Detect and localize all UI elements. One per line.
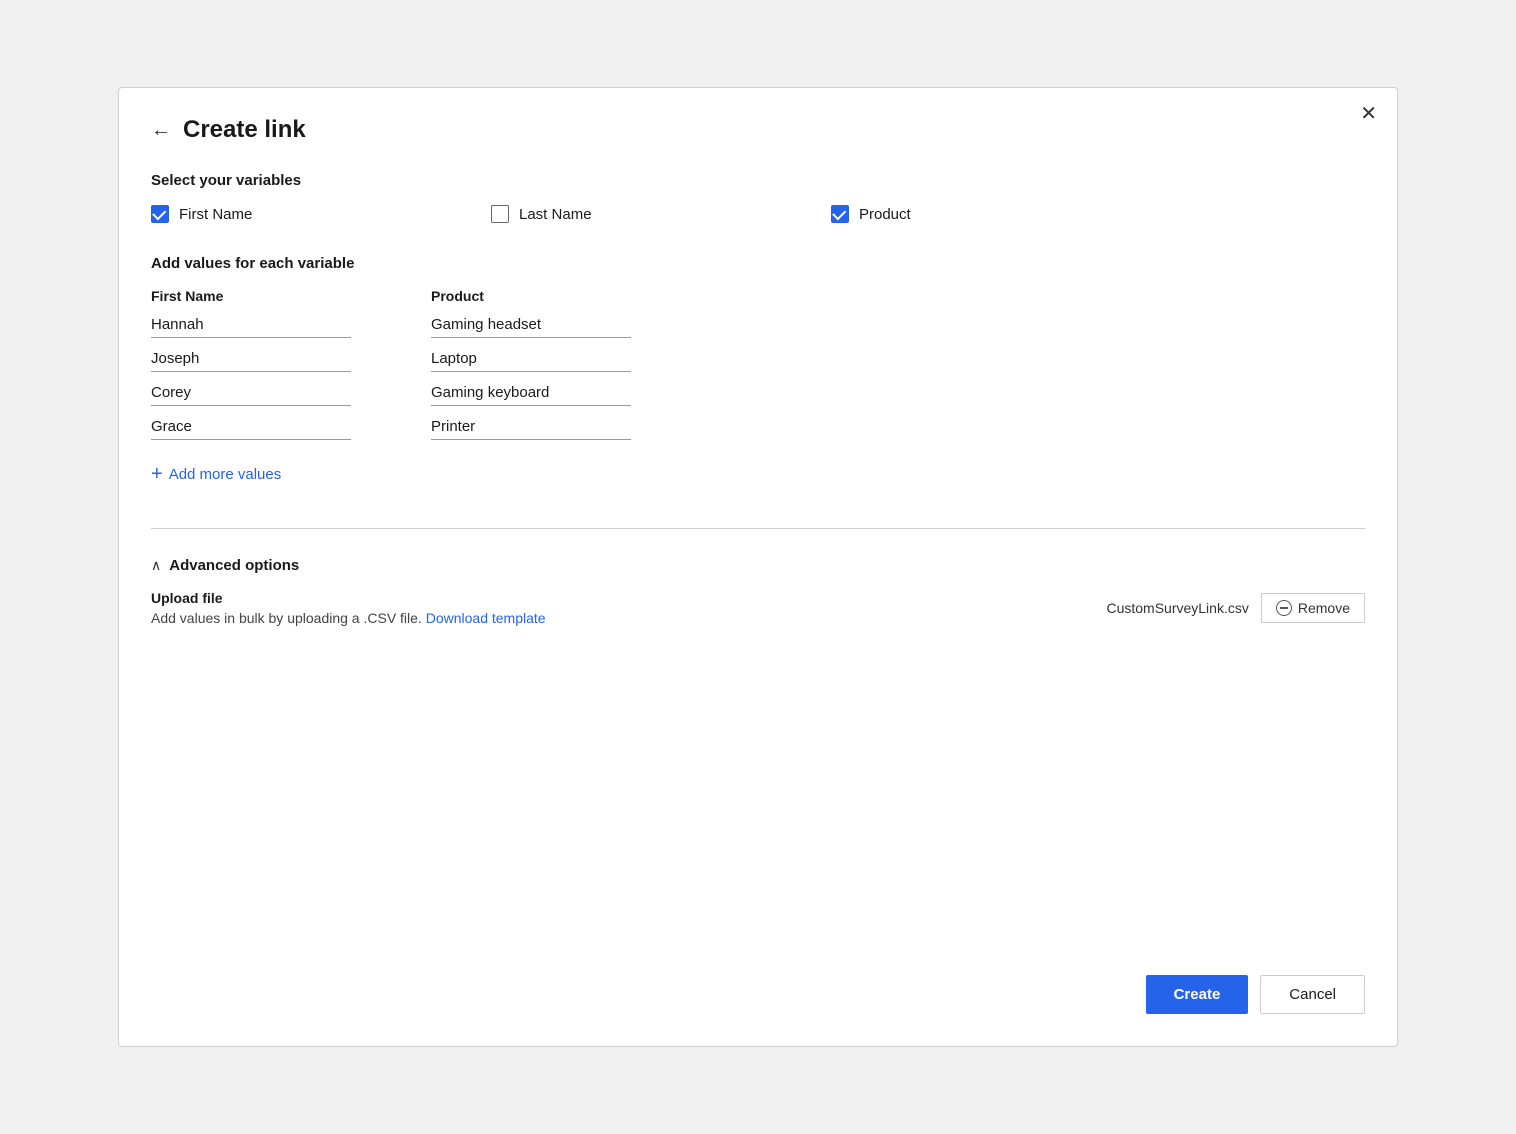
remove-label: Remove xyxy=(1298,600,1350,616)
variables-row: First Name Last Name Product xyxy=(151,205,1365,223)
product-input-2[interactable] xyxy=(431,380,631,406)
checkbox-first-name[interactable] xyxy=(151,205,169,223)
advanced-options-section: ∧ Advanced options Upload file Add value… xyxy=(151,557,1365,626)
upload-row: Upload file Add values in bulk by upload… xyxy=(151,590,1365,626)
remove-button[interactable]: Remove xyxy=(1261,593,1365,623)
variable-option-last-name[interactable]: Last Name xyxy=(491,205,831,223)
create-button[interactable]: Create xyxy=(1146,975,1249,1014)
divider xyxy=(151,528,1365,529)
checkbox-label-product: Product xyxy=(859,206,911,223)
dialog-title: Create link xyxy=(183,116,306,144)
dialog-header: ← Create link xyxy=(151,116,1365,144)
add-values-label: Add values for each variable xyxy=(151,255,1365,272)
first-name-input-0[interactable] xyxy=(151,312,351,338)
table-row xyxy=(151,346,1365,372)
table-row xyxy=(151,414,1365,440)
variable-option-first-name[interactable]: First Name xyxy=(151,205,491,223)
table-row xyxy=(151,312,1365,338)
checkbox-label-first-name: First Name xyxy=(179,206,252,223)
create-link-dialog: ✕ ← Create link Select your variables Fi… xyxy=(118,87,1398,1047)
advanced-options-title: Advanced options xyxy=(169,557,299,574)
upload-desc-text: Add values in bulk by uploading a .CSV f… xyxy=(151,610,422,626)
cancel-button[interactable]: Cancel xyxy=(1260,975,1365,1014)
add-more-label: Add more values xyxy=(169,466,282,483)
checkbox-last-name[interactable] xyxy=(491,205,509,223)
upload-right: CustomSurveyLink.csv Remove xyxy=(1106,593,1365,623)
remove-icon xyxy=(1276,600,1292,616)
advanced-options-header[interactable]: ∧ Advanced options xyxy=(151,557,1365,574)
footer-buttons: Create Cancel xyxy=(151,943,1365,1014)
product-input-3[interactable] xyxy=(431,414,631,440)
first-name-input-3[interactable] xyxy=(151,414,351,440)
add-values-section: Add values for each variable First Name … xyxy=(151,255,1365,484)
product-input-0[interactable] xyxy=(431,312,631,338)
variables-section-label: Select your variables xyxy=(151,172,1365,189)
product-input-1[interactable] xyxy=(431,346,631,372)
table-row xyxy=(151,380,1365,406)
plus-icon: + xyxy=(151,464,163,484)
values-rows xyxy=(151,312,1365,448)
first-name-input-1[interactable] xyxy=(151,346,351,372)
download-template-link[interactable]: Download template xyxy=(426,610,546,626)
upload-file-desc: Add values in bulk by uploading a .CSV f… xyxy=(151,610,546,626)
upload-file-title: Upload file xyxy=(151,590,546,606)
chevron-up-icon: ∧ xyxy=(151,557,161,574)
first-name-input-2[interactable] xyxy=(151,380,351,406)
upload-text-block: Upload file Add values in bulk by upload… xyxy=(151,590,546,626)
col-header-first-name: First Name xyxy=(151,288,371,304)
filename-label: CustomSurveyLink.csv xyxy=(1106,600,1248,616)
variables-section: Select your variables First Name Last Na… xyxy=(151,172,1365,255)
back-arrow-icon[interactable]: ← xyxy=(151,120,171,140)
variable-option-product[interactable]: Product xyxy=(831,205,1171,223)
close-button[interactable]: ✕ xyxy=(1360,104,1377,124)
checkbox-product[interactable] xyxy=(831,205,849,223)
col-header-product: Product xyxy=(431,288,651,304)
values-table-header: First Name Product xyxy=(151,288,1365,304)
add-more-values-button[interactable]: + Add more values xyxy=(151,464,281,484)
checkbox-label-last-name: Last Name xyxy=(519,206,592,223)
